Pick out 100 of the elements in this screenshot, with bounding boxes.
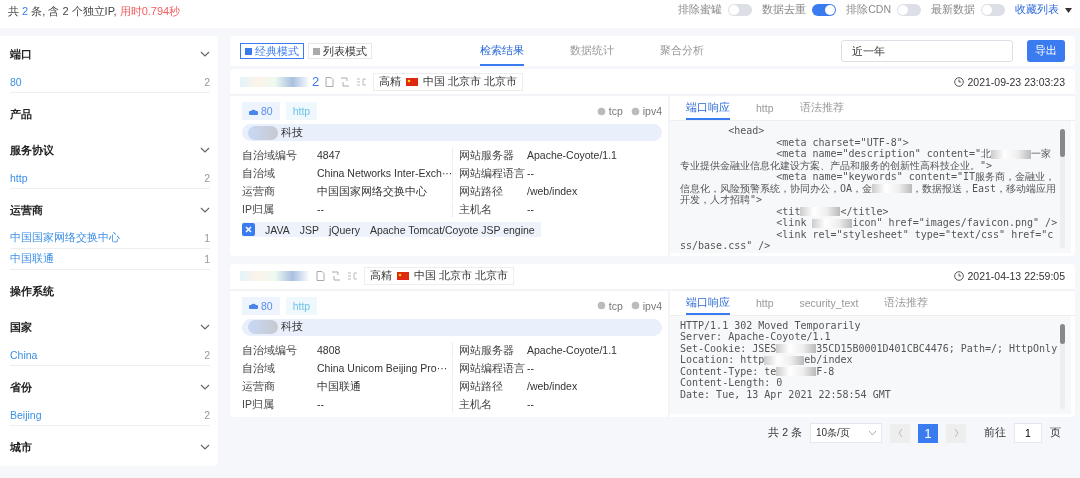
field-label: 自治域编号 — [242, 342, 298, 358]
tech-tag[interactable]: JAVA — [265, 223, 290, 236]
field-value: -- — [527, 202, 535, 217]
caret-icon[interactable] — [1065, 7, 1072, 13]
view-mode-button[interactable]: 经典模式 — [240, 43, 304, 59]
toggle-switch[interactable] — [981, 4, 1005, 16]
toggle-switch[interactable] — [897, 4, 921, 16]
chevron-icon[interactable] — [200, 51, 210, 57]
panel-tab[interactable]: http — [756, 98, 774, 120]
tech-tag[interactable]: Apache Tomcat/Coyote JSP engine — [369, 223, 535, 236]
chevron-icon[interactable] — [200, 147, 210, 153]
field-label: IP归属 — [242, 202, 275, 217]
pixelated-block — [240, 271, 310, 281]
code-line: <tit </title> — [775, 205, 890, 217]
clock-icon — [953, 271, 964, 281]
organization-name: 科技 — [281, 125, 303, 140]
chevron-icon[interactable] — [200, 444, 210, 450]
panel-tab[interactable]: http — [756, 292, 774, 315]
filter-item[interactable]: 80 2 — [10, 72, 210, 93]
cloud-icon — [249, 302, 258, 309]
field-value: -- — [527, 396, 535, 412]
export-button[interactable]: 导出 — [1027, 40, 1065, 62]
favorites-link[interactable]: 收藏列表 — [1015, 3, 1059, 17]
page-suffix: 页 — [1050, 426, 1061, 440]
organization-name: 科技 — [281, 320, 303, 334]
filter-title: 产品 — [10, 106, 32, 122]
field-label: 自治域 — [242, 166, 276, 181]
code-line: <link icon" href="images/favicon.png" /> — [775, 217, 1058, 229]
flag-icon — [397, 272, 409, 280]
panel-tab[interactable]: 端口响应 — [686, 292, 730, 315]
field-label: 网站服务器 — [452, 341, 527, 359]
field-value: 4847 — [317, 148, 342, 163]
port-tag[interactable]: 80 — [242, 102, 280, 120]
code-icon[interactable] — [356, 77, 368, 86]
toggle-switch[interactable] — [812, 4, 837, 16]
protocol-tag[interactable]: http — [285, 102, 318, 120]
filter-title: 省份 — [10, 379, 32, 395]
chevron-icon[interactable] — [200, 207, 210, 213]
link-icon[interactable] — [331, 271, 341, 281]
location-text: 中国 北京市 北京市 — [414, 269, 508, 283]
filter-title: 运营商 — [10, 202, 43, 218]
field-label: 网站服务器 — [452, 147, 527, 164]
host-link[interactable]: 2 — [312, 74, 320, 89]
field-label: 主机名 — [452, 395, 527, 413]
timestamp: 2021-09-23 23:03:23 — [967, 75, 1065, 88]
cloud-icon — [249, 107, 258, 115]
toggle-label: 排除CDN — [846, 3, 891, 17]
clock-icon — [953, 76, 964, 87]
code-line: <link rel="stylesheet" type="text/css" href="css/base.css" /> — [680, 228, 1055, 252]
field-value: 中国联通 — [317, 378, 362, 394]
port-tag[interactable]: 80 — [242, 296, 280, 315]
code-line: <meta name="keywords" content="IT服务商，金融业，信息化，风险预警系统，协同办公，OA，金 ，数据报送，East，移动端应用开发，人才招聘"> — [680, 171, 1058, 206]
code-line: Location: http eb/index — [680, 354, 854, 366]
tab[interactable]: 数据统计 — [570, 36, 614, 66]
code-icon[interactable] — [347, 272, 358, 280]
code-line: <meta name="description" content="北 一家专业提供金融业信息化建设方案、产品和服务的创新性高科技企业。"> — [680, 148, 1053, 171]
filter-title: 城市 — [10, 439, 32, 455]
scrollbar[interactable] — [1060, 129, 1065, 248]
field-value: China Networks Inter-Exch··· — [317, 166, 452, 181]
filter-item[interactable]: http 2 — [10, 168, 210, 189]
filter-item[interactable]: Beijing 2 — [10, 405, 210, 426]
filter-title: 端口 — [10, 46, 32, 62]
link-icon[interactable] — [340, 76, 351, 87]
protocol-tag[interactable]: http — [285, 296, 318, 315]
filter-item[interactable]: 中国联通 1 — [10, 249, 210, 270]
panel-tab[interactable]: 语法推荐 — [884, 292, 929, 315]
next-page-button[interactable] — [946, 423, 966, 443]
chevron-icon[interactable] — [200, 324, 210, 330]
scrollbar[interactable] — [1060, 323, 1065, 409]
time-range-select[interactable]: 近一年 — [841, 40, 1013, 62]
field-value: -- — [527, 166, 535, 181]
toggle-switch[interactable] — [728, 4, 753, 16]
code-line: Date: Tue, 13 Apr 2021 22:58:54 GMT — [680, 388, 892, 400]
panel-tab[interactable]: security_text — [799, 292, 859, 315]
document-icon[interactable] — [316, 271, 325, 281]
page-button[interactable]: 1 — [918, 423, 938, 443]
location-text: 中国 北京市 北京市 — [423, 74, 518, 89]
code-line: HTTP/1.1 302 Moved Temporarily — [680, 319, 862, 331]
pixelated-block — [240, 76, 310, 87]
field-label: 运营商 — [242, 184, 276, 199]
tech-tag[interactable]: JSP — [299, 223, 319, 236]
toggle-label: 数据去重 — [762, 3, 807, 17]
toggle-label: 最新数据 — [931, 3, 975, 17]
field-label: 网站路径 — [452, 183, 527, 200]
tech-tag[interactable]: jQuery — [328, 223, 360, 236]
view-mode-button[interactable]: 列表模式 — [308, 43, 372, 59]
filter-title: 服务协议 — [10, 142, 54, 158]
page-input[interactable]: 1 — [1014, 423, 1042, 443]
chevron-icon[interactable] — [200, 384, 210, 390]
filter-item[interactable]: China 2 — [10, 345, 210, 366]
field-label: 网站编程语言 — [452, 165, 527, 182]
filter-item[interactable]: 中国国家网络交换中心 1 — [10, 228, 210, 249]
tab[interactable]: 检索结果 — [480, 36, 524, 66]
tab[interactable]: 聚合分析 — [660, 36, 704, 66]
document-icon[interactable] — [325, 76, 335, 87]
page-size-select[interactable]: 10条/页 — [810, 423, 882, 443]
panel-tab[interactable]: 语法推荐 — [799, 98, 844, 120]
field-value: /web/index — [527, 378, 579, 394]
timestamp: 2021-04-13 22:59:05 — [967, 270, 1065, 282]
previous-page-button[interactable] — [890, 423, 910, 443]
